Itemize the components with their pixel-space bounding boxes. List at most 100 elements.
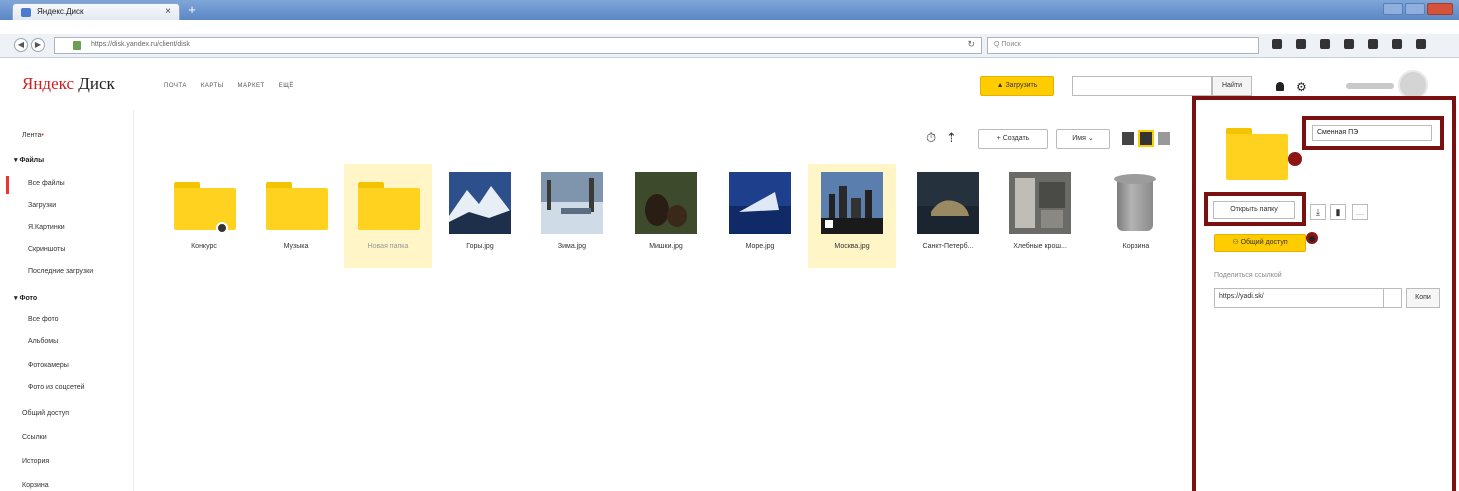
download-icon[interactable] bbox=[1344, 39, 1354, 49]
send-icon[interactable] bbox=[1392, 39, 1402, 49]
top-nav: ПОЧТА КАРТЫ МАРКЕТ ЕЩЁ bbox=[164, 83, 294, 89]
download-button[interactable]: ⤓ bbox=[1310, 204, 1326, 220]
forward-arrow-icon[interactable]: ▶ bbox=[31, 38, 45, 52]
yandex-disk-favicon-icon bbox=[21, 8, 31, 17]
sidebar-item-photos[interactable]: ▾ Фото bbox=[14, 294, 37, 302]
file-tile-winter[interactable]: Зима.jpg bbox=[528, 164, 616, 268]
file-tile-mountains[interactable]: Горы.jpg bbox=[436, 164, 524, 268]
file-tile-breadcrumbs[interactable]: Хлебные крош... bbox=[996, 164, 1084, 268]
file-tile-folder-new[interactable]: Новая папка bbox=[344, 164, 432, 268]
selected-folder-icon bbox=[1226, 128, 1288, 180]
sidebar-item-recent[interactable]: Последние загрузки bbox=[28, 268, 93, 275]
file-label: Зима.jpg bbox=[557, 243, 587, 250]
sidebar-item-files[interactable]: ▾ Файлы bbox=[14, 156, 44, 164]
share-button[interactable]: ⚇ Общий доступ bbox=[1214, 234, 1306, 252]
disk-search-input[interactable] bbox=[1072, 76, 1212, 96]
nav-maps[interactable]: КАРТЫ bbox=[201, 83, 224, 89]
nav-mail[interactable]: ПОЧТА bbox=[164, 83, 187, 89]
reload-icon[interactable]: ↻ bbox=[967, 39, 975, 50]
pocket-icon[interactable] bbox=[1320, 39, 1330, 49]
sidebar-item-all-files[interactable]: Все файлы bbox=[28, 180, 65, 187]
view-tiles-icon[interactable] bbox=[1138, 130, 1154, 147]
file-label: Музыка bbox=[283, 243, 309, 250]
sidebar-item-trash[interactable]: Корзина bbox=[22, 482, 49, 489]
find-button[interactable]: Найти bbox=[1212, 76, 1252, 96]
file-tile-saint-petersburg[interactable]: Санкт-Петерб... bbox=[904, 164, 992, 268]
file-label: Корзина bbox=[1122, 243, 1150, 250]
sidebar-item-cameras[interactable]: Фотокамеры bbox=[28, 362, 69, 369]
sidebar-item-history[interactable]: История bbox=[22, 458, 49, 465]
more-button[interactable]: … bbox=[1352, 204, 1368, 220]
nav-market[interactable]: МАРКЕТ bbox=[238, 83, 265, 89]
lock-icon bbox=[73, 41, 81, 50]
folder-name-input[interactable]: Сменная ПЭ bbox=[1312, 125, 1432, 141]
file-tile-moscow[interactable]: Москва.jpg bbox=[808, 164, 896, 268]
create-button[interactable]: + Создать bbox=[978, 129, 1048, 149]
menu-icon[interactable] bbox=[1416, 39, 1426, 49]
file-label: Горы.jpg bbox=[466, 243, 494, 250]
view-large-tiles-icon[interactable] bbox=[1122, 132, 1134, 145]
copy-link-button[interactable]: Копи bbox=[1406, 288, 1440, 308]
saint-petersburg-thumbnail bbox=[917, 172, 979, 234]
file-label: Море.jpg bbox=[745, 243, 775, 250]
delete-button[interactable]: ▮ bbox=[1330, 204, 1346, 220]
sidebar-item-all-photos[interactable]: Все фото bbox=[28, 316, 59, 323]
browser-navbar: ◀ ▶ https://disk.yandex.ru/client/disk ↻… bbox=[0, 34, 1459, 58]
reading-list-icon[interactable] bbox=[1296, 39, 1306, 49]
browser-search-placeholder: Q Поиск bbox=[994, 41, 1021, 48]
sidebar-item-feed[interactable]: Лента• bbox=[22, 132, 44, 139]
yandex-disk-logo[interactable]: Яндекс Диск bbox=[22, 74, 115, 94]
sidebar-item-links[interactable]: Ссылки bbox=[22, 434, 47, 441]
upload-cloud-icon[interactable]: ⇡ bbox=[946, 130, 957, 146]
upload-button[interactable]: ▲ Загрузить bbox=[980, 76, 1054, 96]
file-tile-sea[interactable]: Море.jpg bbox=[716, 164, 804, 268]
share-link-label: Поделиться ссылкой bbox=[1214, 272, 1282, 279]
file-tile-folder-music[interactable]: Музыка bbox=[252, 164, 340, 268]
new-tab-button[interactable]: + bbox=[184, 3, 200, 18]
shared-badge-icon bbox=[216, 222, 228, 234]
folder-icon bbox=[266, 182, 328, 230]
browser-search-input[interactable]: Q Поиск bbox=[987, 37, 1259, 54]
view-list-icon[interactable] bbox=[1158, 132, 1170, 145]
link-toggle[interactable] bbox=[1384, 288, 1402, 308]
file-tile-folder-contest[interactable]: Конкурс bbox=[160, 164, 248, 268]
nav-more[interactable]: ЕЩЁ bbox=[279, 83, 294, 89]
bookmark-star-icon[interactable] bbox=[1272, 39, 1282, 49]
browser-titlebar: Яндекс.Диск × + bbox=[0, 0, 1459, 20]
username[interactable] bbox=[1346, 83, 1394, 89]
file-label: Санкт-Петерб... bbox=[922, 243, 974, 250]
sidebar: Лента• ▾ Файлы Все файлы Загрузки Я.Карт… bbox=[0, 110, 134, 491]
browser-tab[interactable]: Яндекс.Диск × bbox=[12, 3, 180, 20]
share-link-input[interactable]: https://yadi.sk/ bbox=[1214, 288, 1384, 308]
address-bar[interactable]: https://disk.yandex.ru/client/disk ↻ bbox=[54, 37, 982, 54]
history-clock-icon[interactable]: ⏱ bbox=[926, 130, 936, 146]
annotation-marker bbox=[1306, 232, 1318, 244]
minimize-button[interactable] bbox=[1383, 3, 1403, 15]
sidebar-item-screenshots[interactable]: Скриншоты bbox=[28, 246, 65, 253]
file-label: Москва.jpg bbox=[834, 243, 870, 250]
folder-icon bbox=[358, 182, 420, 230]
sidebar-item-albums[interactable]: Альбомы bbox=[28, 338, 58, 345]
folder-name-highlight: Сменная ПЭ bbox=[1302, 116, 1444, 150]
sort-select[interactable]: Имя ⌄ bbox=[1056, 129, 1110, 149]
sidebar-item-ya-images[interactable]: Я.Картинки bbox=[28, 224, 65, 231]
file-label: Хлебные крош... bbox=[1013, 243, 1067, 250]
back-arrow-icon[interactable]: ◀ bbox=[14, 38, 28, 52]
settings-gear-icon[interactable]: ⚙ bbox=[1296, 80, 1307, 94]
sidebar-item-downloads[interactable]: Загрузки bbox=[28, 202, 56, 209]
sidebar-item-shared[interactable]: Общий доступ bbox=[22, 410, 69, 417]
maximize-button[interactable] bbox=[1405, 3, 1425, 15]
home-icon[interactable] bbox=[1368, 39, 1378, 49]
notifications-bell-icon[interactable] bbox=[1276, 82, 1284, 91]
active-indicator bbox=[6, 176, 9, 194]
close-window-button[interactable] bbox=[1427, 3, 1453, 15]
tab-close-icon[interactable]: × bbox=[165, 6, 171, 17]
file-tile-bears[interactable]: Мишки.jpg bbox=[622, 164, 710, 268]
sea-thumbnail bbox=[729, 172, 791, 234]
sidebar-item-social-photos[interactable]: Фото из соцсетей bbox=[28, 384, 85, 391]
open-folder-button[interactable]: Открыть папку bbox=[1213, 201, 1295, 219]
file-tile-trash[interactable]: Корзина bbox=[1092, 164, 1180, 268]
url-text: https://disk.yandex.ru/client/disk bbox=[91, 41, 190, 48]
window-controls bbox=[1383, 3, 1453, 15]
annotation-marker bbox=[1288, 152, 1302, 166]
